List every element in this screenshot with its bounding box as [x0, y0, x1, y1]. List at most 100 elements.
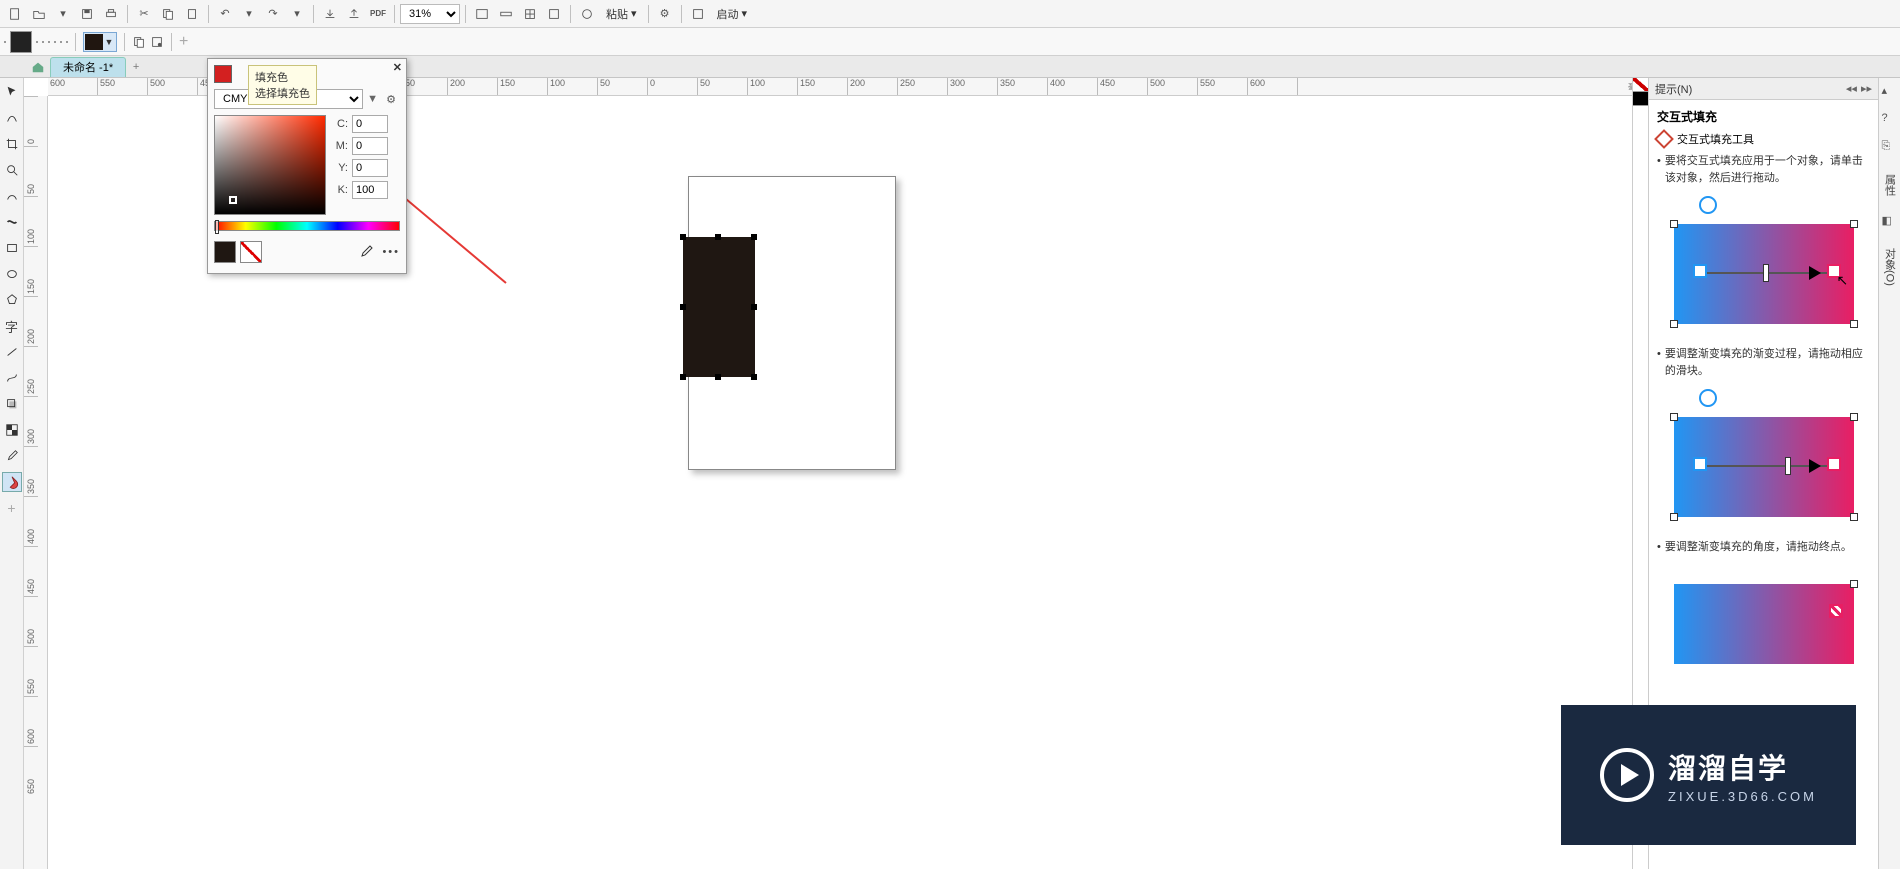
grid-button[interactable]	[519, 3, 541, 25]
zoom-tool[interactable]	[2, 160, 22, 180]
freehand-tool[interactable]	[2, 186, 22, 206]
vertical-ruler[interactable]: 050100150200250300350400450500550600650	[24, 96, 48, 869]
launch-icon[interactable]	[687, 3, 709, 25]
text-tool[interactable]: 字	[2, 316, 22, 336]
hue-slider[interactable]	[214, 221, 400, 231]
dock-tab-objects[interactable]: 对象(O)	[1880, 242, 1900, 292]
popup-close-button[interactable]: ✕	[393, 61, 402, 74]
launch-menu[interactable]: 启动▾	[711, 3, 754, 25]
selection-handle[interactable]	[680, 234, 686, 240]
save-button[interactable]	[76, 3, 98, 25]
open-dropdown[interactable]: ▾	[52, 3, 74, 25]
redo-button[interactable]: ↷	[262, 3, 284, 25]
panel-prev-icon[interactable]: ◂◂	[1846, 82, 1857, 95]
pdf-button[interactable]: PDF	[367, 3, 389, 25]
selection-handle[interactable]	[751, 234, 757, 240]
rectangle-tool[interactable]	[2, 238, 22, 258]
copy-fill-button[interactable]	[132, 35, 146, 49]
add-tool-button[interactable]: +	[2, 498, 22, 518]
two-color-pattern-button[interactable]	[48, 41, 50, 43]
shape-tool[interactable]	[2, 108, 22, 128]
selection-handle[interactable]	[715, 374, 721, 380]
hints-paragraph-2: 要调整渐变填充的渐变过程，请拖动相应的滑块。	[1657, 346, 1870, 379]
dock-layers-icon[interactable]: ◧	[1882, 214, 1898, 230]
doc-tab-1[interactable]: 未命名 -1*	[50, 57, 126, 77]
standard-toolbar: ▾ ✂ ↶ ▾ ↷ ▾ PDF 31% 粘贴▾ ⚙ 启动▾	[0, 0, 1900, 28]
interactive-fill-tool[interactable]	[2, 472, 22, 492]
color-field-marker[interactable]	[229, 196, 237, 204]
hints-section-title: 交互式填充	[1657, 108, 1870, 125]
page	[688, 176, 896, 470]
edit-fill-button[interactable]	[150, 35, 164, 49]
bitmap-pattern-button[interactable]	[54, 41, 56, 43]
connector-tool[interactable]	[2, 368, 22, 388]
redo-dropdown[interactable]: ▾	[286, 3, 308, 25]
fullscreen-button[interactable]	[471, 3, 493, 25]
undo-button[interactable]: ↶	[214, 3, 236, 25]
export-button[interactable]	[343, 3, 365, 25]
zoom-select[interactable]: 31%	[400, 4, 460, 24]
k-label: K:	[332, 184, 348, 196]
copy-button[interactable]	[157, 3, 179, 25]
selected-rectangle[interactable]	[683, 237, 755, 377]
hue-marker[interactable]	[215, 220, 219, 234]
crop-tool[interactable]	[2, 134, 22, 154]
paste-menu[interactable]: 粘贴▾	[600, 3, 643, 25]
guides-button[interactable]	[543, 3, 565, 25]
pick-tool[interactable]	[2, 82, 22, 102]
dock-link-icon[interactable]: ⎘	[1882, 140, 1898, 156]
eyedropper-button[interactable]	[358, 244, 374, 260]
y-input[interactable]	[352, 159, 388, 177]
open-button[interactable]	[28, 3, 50, 25]
interactive-fill-icon	[1654, 129, 1674, 149]
snap-button[interactable]	[576, 3, 598, 25]
artistic-media-tool[interactable]	[2, 212, 22, 232]
polygon-tool[interactable]	[2, 290, 22, 310]
rulers-button[interactable]	[495, 3, 517, 25]
no-fill-button[interactable]	[4, 41, 6, 43]
selection-handle[interactable]	[751, 374, 757, 380]
color-model-dropdown-icon[interactable]: ▼	[367, 93, 378, 105]
transparency-tool[interactable]	[2, 420, 22, 440]
cut-button[interactable]: ✂	[133, 3, 155, 25]
dock-pointer-icon[interactable]: ▴	[1882, 84, 1898, 100]
more-colors-button[interactable]: •••	[382, 246, 400, 258]
home-tab[interactable]	[26, 57, 50, 77]
color-gradient-field[interactable]	[214, 115, 326, 215]
solid-fill-button[interactable]	[10, 31, 32, 53]
no-color-swatch[interactable]	[240, 241, 262, 263]
recent-color-swatch[interactable]	[214, 65, 232, 83]
dock-tab-properties[interactable]: 属性	[1880, 168, 1900, 202]
panel-menu-icon[interactable]: ▸▸	[1861, 82, 1872, 95]
paste-button[interactable]	[181, 3, 203, 25]
current-color-swatch[interactable]	[214, 241, 236, 263]
fountain-fill-button[interactable]	[36, 41, 38, 43]
palette-no-color[interactable]	[1633, 78, 1648, 92]
m-input[interactable]	[352, 137, 388, 155]
eyedropper-tool[interactable]	[2, 446, 22, 466]
palette-swatch[interactable]	[1633, 92, 1648, 106]
selection-handle[interactable]	[715, 234, 721, 240]
add-preset-button[interactable]: +	[179, 33, 188, 51]
color-options-button[interactable]: ⚙	[382, 90, 400, 108]
postscript-fill-button[interactable]	[66, 41, 68, 43]
watermark-url: ZIXUE.3D66.COM	[1668, 789, 1817, 804]
undo-dropdown[interactable]: ▾	[238, 3, 260, 25]
print-button[interactable]	[100, 3, 122, 25]
new-doc-button[interactable]	[4, 3, 26, 25]
k-input[interactable]	[352, 181, 388, 199]
parallel-dimension-tool[interactable]	[2, 342, 22, 362]
fill-color-dropdown[interactable]: ▼	[83, 32, 117, 52]
options-button[interactable]: ⚙	[654, 3, 676, 25]
pattern-fill-button[interactable]	[42, 41, 44, 43]
texture-fill-button[interactable]	[60, 41, 62, 43]
selection-handle[interactable]	[751, 304, 757, 310]
import-button[interactable]	[319, 3, 341, 25]
drop-shadow-tool[interactable]	[2, 394, 22, 414]
dock-help-icon[interactable]: ?	[1882, 112, 1898, 128]
selection-handle[interactable]	[680, 304, 686, 310]
c-input[interactable]	[352, 115, 388, 133]
selection-handle[interactable]	[680, 374, 686, 380]
add-tab-button[interactable]: +	[126, 58, 146, 76]
ellipse-tool[interactable]	[2, 264, 22, 284]
